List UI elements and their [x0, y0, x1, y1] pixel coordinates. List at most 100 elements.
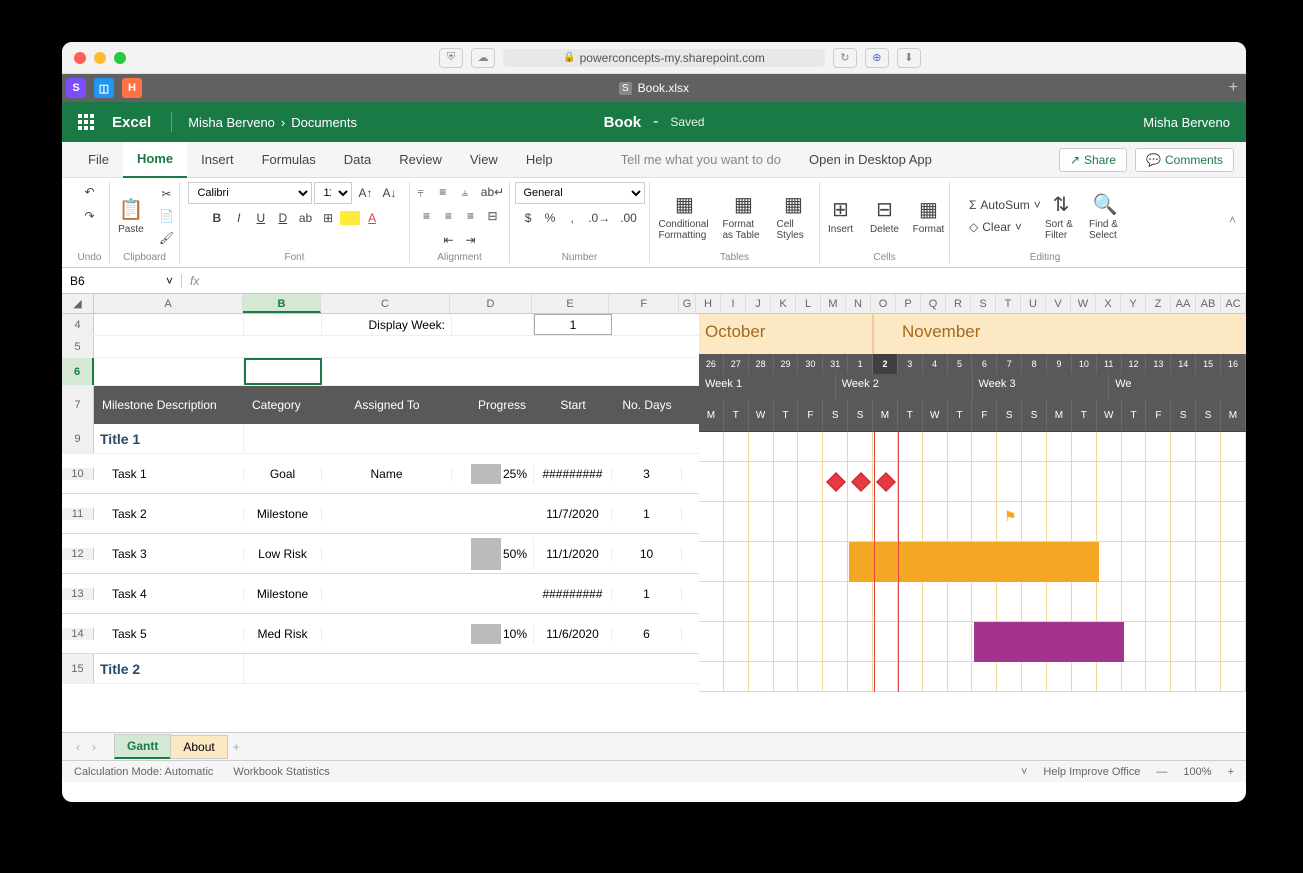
col-header[interactable]: W	[1071, 294, 1096, 313]
format-painter-button[interactable]: 🖌	[155, 228, 178, 248]
close-button[interactable]	[74, 52, 86, 64]
menu-review[interactable]: Review	[385, 142, 456, 178]
add-sheet-button[interactable]: +	[227, 740, 246, 754]
decrease-decimal-button[interactable]: .00	[616, 208, 641, 228]
menu-data[interactable]: Data	[330, 142, 385, 178]
row-4[interactable]: 4 Display Week: 1	[62, 314, 699, 336]
gantt-bar[interactable]	[849, 542, 1099, 582]
percent-button[interactable]: %	[540, 208, 560, 228]
tab-title[interactable]: SBook.xlsx	[619, 81, 689, 95]
col-header[interactable]: P	[896, 294, 921, 313]
col-header[interactable]: T	[996, 294, 1021, 313]
clear-button[interactable]: ◇ Clear ˅	[965, 217, 1037, 237]
col-header[interactable]: V	[1046, 294, 1071, 313]
help-improve[interactable]: Help Improve Office	[1043, 766, 1140, 778]
app-name[interactable]: Excel	[112, 114, 151, 131]
find-select-button[interactable]: 🔍Find & Select	[1085, 191, 1125, 241]
app-icon-1[interactable]: S	[66, 78, 86, 98]
tab-nav-prev[interactable]: ‹	[70, 740, 86, 754]
decrease-indent-button[interactable]: ⇤	[439, 230, 459, 250]
breadcrumb[interactable]: Misha Berveno›Documents	[188, 115, 357, 130]
task-row[interactable]: 11Task 2Milestone11/7/20201	[62, 494, 699, 534]
align-bottom-button[interactable]: ⫨	[455, 182, 475, 202]
minimize-button[interactable]	[94, 52, 106, 64]
menu-file[interactable]: File	[74, 142, 123, 178]
col-header[interactable]: H	[696, 294, 721, 313]
tab-nav-next[interactable]: ›	[86, 740, 102, 754]
increase-indent-button[interactable]: ⇥	[461, 230, 481, 250]
app-launcher-icon[interactable]	[78, 114, 94, 130]
cell-reference[interactable]: B6˅	[62, 274, 182, 288]
merge-button[interactable]: ⊟	[483, 206, 503, 226]
align-center-button[interactable]: ≡	[439, 206, 459, 226]
col-header-c[interactable]: C	[321, 294, 450, 313]
task-row[interactable]: 10Task 1GoalName25%#########3	[62, 454, 699, 494]
underline-button[interactable]: U	[251, 208, 271, 228]
number-format-select[interactable]: General	[515, 182, 645, 204]
col-header-g[interactable]: G	[679, 294, 696, 313]
col-header[interactable]: Z	[1146, 294, 1171, 313]
task-row[interactable]: 12Task 3Low Risk50%11/1/202010	[62, 534, 699, 574]
bold-button[interactable]: B	[207, 208, 227, 228]
col-header-b[interactable]: B	[243, 294, 321, 313]
currency-button[interactable]: $	[518, 208, 538, 228]
menu-view[interactable]: View	[456, 142, 512, 178]
open-desktop[interactable]: Open in Desktop App	[795, 142, 946, 178]
shield-icon[interactable]: ⛨	[439, 48, 463, 68]
align-right-button[interactable]: ≡	[461, 206, 481, 226]
collapse-ribbon-button[interactable]: ˄	[1229, 213, 1236, 227]
col-header[interactable]: I	[721, 294, 746, 313]
col-header[interactable]: X	[1096, 294, 1121, 313]
border-button[interactable]: ⊞	[318, 208, 338, 228]
col-header[interactable]: J	[746, 294, 771, 313]
share-button[interactable]: ↗Share	[1059, 148, 1127, 172]
doc-title[interactable]: Book-Saved	[604, 113, 705, 131]
align-top-button[interactable]: ⫧	[411, 182, 431, 202]
extension-icon[interactable]: ⊕	[865, 48, 889, 68]
align-left-button[interactable]: ≡	[417, 206, 437, 226]
format-table-button[interactable]: ▦Format as Table	[719, 191, 769, 241]
conditional-format-button[interactable]: ▦Conditional Formatting	[655, 191, 715, 241]
autosum-button[interactable]: Σ AutoSum ˅	[965, 195, 1037, 215]
comments-button[interactable]: 💬Comments	[1135, 148, 1234, 172]
workbook-stats[interactable]: Workbook Statistics	[233, 766, 329, 778]
col-header[interactable]: N	[846, 294, 871, 313]
wrap-text-button[interactable]: ab↵	[477, 182, 508, 202]
zoom-level[interactable]: 100%	[1183, 766, 1211, 778]
url-bar[interactable]: 🔒powerconcepts-my.sharepoint.com	[503, 49, 825, 67]
decrease-font-button[interactable]: A↓	[379, 183, 401, 203]
gantt-bar[interactable]	[974, 622, 1124, 662]
app-icon-3[interactable]: H	[122, 78, 142, 98]
display-week-input[interactable]: 1	[534, 314, 612, 335]
delete-cells-button[interactable]: ⊟Delete	[865, 191, 905, 241]
double-underline-button[interactable]: D	[273, 208, 293, 228]
col-header[interactable]: K	[771, 294, 796, 313]
col-header[interactable]: O	[871, 294, 896, 313]
col-header-e[interactable]: E	[532, 294, 610, 313]
col-header[interactable]: L	[796, 294, 821, 313]
selected-cell-b6[interactable]	[244, 358, 322, 385]
col-header-a[interactable]: A	[94, 294, 243, 313]
italic-button[interactable]: I	[229, 208, 249, 228]
col-header[interactable]: S	[971, 294, 996, 313]
zoom-in-button[interactable]: +	[1228, 766, 1234, 778]
paste-button[interactable]: 📋Paste	[111, 191, 151, 241]
download-icon[interactable]: ⬇	[897, 48, 921, 68]
fill-color-button[interactable]	[340, 211, 360, 225]
tab-about[interactable]: About	[170, 735, 227, 759]
col-header[interactable]: M	[821, 294, 846, 313]
align-middle-button[interactable]: ≡	[433, 182, 453, 202]
menu-home[interactable]: Home	[123, 142, 187, 178]
user-menu[interactable]: Misha Berveno	[1143, 115, 1230, 130]
row-5[interactable]: 5	[62, 336, 699, 358]
cut-button[interactable]: ✂	[155, 184, 178, 204]
col-header[interactable]: U	[1021, 294, 1046, 313]
menu-help[interactable]: Help	[512, 142, 567, 178]
menu-insert[interactable]: Insert	[187, 142, 248, 178]
increase-decimal-button[interactable]: .0→	[584, 208, 614, 228]
redo-button[interactable]: ↷	[80, 206, 100, 226]
maximize-button[interactable]	[114, 52, 126, 64]
comma-button[interactable]: ,	[562, 208, 582, 228]
col-header[interactable]: AB	[1196, 294, 1221, 313]
undo-button[interactable]: ↶	[80, 182, 100, 202]
